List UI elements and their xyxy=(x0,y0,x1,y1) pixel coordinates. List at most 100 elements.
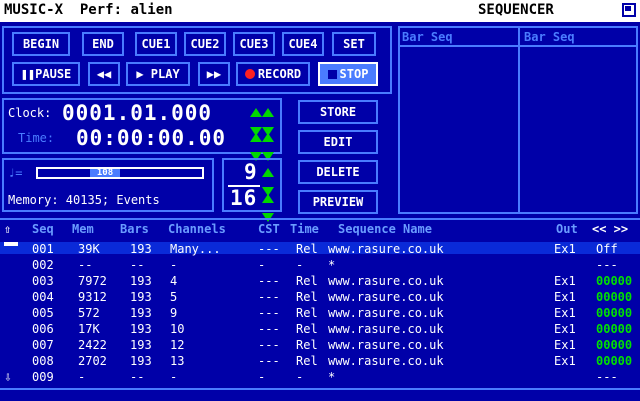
cell-time: Rel xyxy=(296,242,318,256)
cue2-button[interactable]: CUE2 xyxy=(184,32,226,56)
cell-flag[interactable]: --- xyxy=(596,258,618,272)
cell-mem: 7972 xyxy=(78,274,107,288)
meter-num-up-icon[interactable] xyxy=(262,162,276,181)
edit-button[interactable]: EDIT xyxy=(298,130,378,154)
cell-mem: 2422 xyxy=(78,338,107,352)
cell-name: www.rasure.co.uk xyxy=(328,274,444,288)
cell-cst: --- xyxy=(258,242,280,256)
record-button[interactable]: RECORD xyxy=(236,62,310,86)
cell-name: www.rasure.co.uk xyxy=(328,290,444,304)
fast-forward-icon: ▶▶ xyxy=(206,67,222,81)
cell-cst: - xyxy=(258,370,266,384)
cell-flag[interactable]: 00000 xyxy=(596,306,632,320)
cell-mem: -- xyxy=(78,258,93,272)
table-row[interactable]: 003 7972 193 4 --- Rel www.rasure.co.uk Ex1 0000… xyxy=(0,274,640,288)
end-button[interactable]: END xyxy=(82,32,124,56)
cell-channels: 13 xyxy=(170,354,185,368)
cell-flag[interactable]: 00000 xyxy=(596,354,632,368)
meter-denominator-stepper[interactable] xyxy=(262,188,276,226)
col-nav[interactable]: << >> xyxy=(592,222,628,236)
cell-flag[interactable]: 00000 xyxy=(596,322,632,336)
window-depth-gadget-icon[interactable] xyxy=(622,3,636,17)
record-icon xyxy=(244,69,255,79)
cell-bars: 193 xyxy=(130,354,152,368)
cell-time: Rel xyxy=(296,354,318,368)
cue4-button[interactable]: CUE4 xyxy=(282,32,324,56)
cell-channels: - xyxy=(170,258,178,272)
fast-forward-button[interactable]: ▶▶ xyxy=(198,62,230,86)
pause-button[interactable]: ❚❚ PAUSE xyxy=(12,62,80,86)
table-row[interactable]: 007 2422 193 12 --- Rel www.rasure.co.uk Ex1 000… xyxy=(0,338,640,352)
cell-seq: 002 xyxy=(32,258,54,272)
cell-flag[interactable]: --- xyxy=(596,370,618,384)
cell-bars: 193 xyxy=(130,290,152,304)
meter-denominator: 16 xyxy=(230,186,258,210)
tempo-slider-knob[interactable]: 108 xyxy=(90,169,120,178)
play-icon: ▶ xyxy=(136,67,151,81)
table-bottom-rule xyxy=(0,388,640,390)
cue1-button[interactable]: CUE1 xyxy=(135,32,177,56)
time-up-icon[interactable] xyxy=(250,127,278,146)
cell-flag[interactable]: 00000 xyxy=(596,274,632,288)
rewind-icon: ◀◀ xyxy=(96,67,112,81)
col-bars[interactable]: Bars xyxy=(120,222,149,236)
col-mem[interactable]: Mem xyxy=(72,222,94,236)
cell-time: - xyxy=(296,370,304,384)
cue3-button[interactable]: CUE3 xyxy=(233,32,275,56)
cell-flag[interactable]: Off xyxy=(596,242,618,256)
cell-channels: - xyxy=(170,370,178,384)
set-button[interactable]: SET xyxy=(332,32,376,56)
clock-up-icon[interactable] xyxy=(250,102,278,121)
cell-flag[interactable]: 00000 xyxy=(596,290,632,304)
col-time[interactable]: Time xyxy=(290,222,319,236)
meter-den-up-icon[interactable] xyxy=(262,188,276,207)
col-cst[interactable]: CST xyxy=(258,222,280,236)
scroll-down-icon[interactable]: ⇩ xyxy=(4,370,12,385)
cell-seq: 004 xyxy=(32,290,54,304)
cell-seq: 003 xyxy=(32,274,54,288)
cell-seq: 008 xyxy=(32,354,54,368)
meter-numerator: 9 xyxy=(244,160,258,184)
title-bar: MUSIC-X Perf: alien SEQUENCER xyxy=(0,0,640,22)
table-row[interactable]: 001 39K 193 Many... --- Rel www.rasure.co.uk Ex… xyxy=(0,242,640,256)
table-row[interactable]: 002 -- -- - - - * --- xyxy=(0,258,640,272)
delete-button[interactable]: DELETE xyxy=(298,160,378,184)
begin-button[interactable]: BEGIN xyxy=(12,32,70,56)
cell-cst: --- xyxy=(258,322,280,336)
cell-cst: --- xyxy=(258,306,280,320)
row-selector-icon xyxy=(4,242,18,246)
preview-button[interactable]: PREVIEW xyxy=(298,190,378,214)
table-row[interactable]: 004 9312 193 5 --- Rel www.rasure.co.uk Ex1 0000… xyxy=(0,290,640,304)
stop-button[interactable]: STOP xyxy=(318,62,378,86)
cell-flag[interactable]: 00000 xyxy=(596,338,632,352)
col-channels[interactable]: Channels xyxy=(168,222,226,236)
store-button[interactable]: STORE xyxy=(298,100,378,124)
table-row[interactable]: 008 2702 193 13 --- Rel www.rasure.co.uk Ex1 000… xyxy=(0,354,640,368)
col-out[interactable]: Out xyxy=(556,222,578,236)
sequence-table-frame xyxy=(0,218,640,220)
table-row[interactable]: 005 572 193 9 --- Rel www.rasure.co.uk Ex1 00000 xyxy=(0,306,640,320)
scroll-up-icon[interactable]: ⇧ xyxy=(4,222,11,236)
cell-mem: 17K xyxy=(78,322,100,336)
table-row[interactable]: 009- -- - - - * --- xyxy=(0,370,640,384)
play-button[interactable]: ▶ PLAY xyxy=(126,62,190,86)
cell-seq: 005 xyxy=(32,306,54,320)
cell-out: Ex1 xyxy=(554,274,576,288)
cell-channels: 10 xyxy=(170,322,185,336)
col-sequence-name[interactable]: Sequence Name xyxy=(338,222,432,236)
cell-out: Ex1 xyxy=(554,306,576,320)
cell-time: Rel xyxy=(296,290,318,304)
bar-seq-header-1: Bar Seq xyxy=(402,30,453,44)
stop-icon xyxy=(327,69,337,79)
cell-name: www.rasure.co.uk xyxy=(328,242,444,256)
cell-bars: 193 xyxy=(130,274,152,288)
cell-time: Rel xyxy=(296,322,318,336)
bar-seq-header-2: Bar Seq xyxy=(524,30,575,44)
tempo-slider[interactable]: 108 xyxy=(36,167,204,179)
table-row[interactable]: 006 17K 193 10 --- Rel www.rasure.co.uk Ex1 0000… xyxy=(0,322,640,336)
cell-out: Ex1 xyxy=(554,290,576,304)
rewind-button[interactable]: ◀◀ xyxy=(88,62,120,86)
col-seq[interactable]: Seq xyxy=(32,222,54,236)
time-value: 00:00:00.00 xyxy=(76,126,227,150)
pause-icon: ❚❚ xyxy=(20,67,36,81)
